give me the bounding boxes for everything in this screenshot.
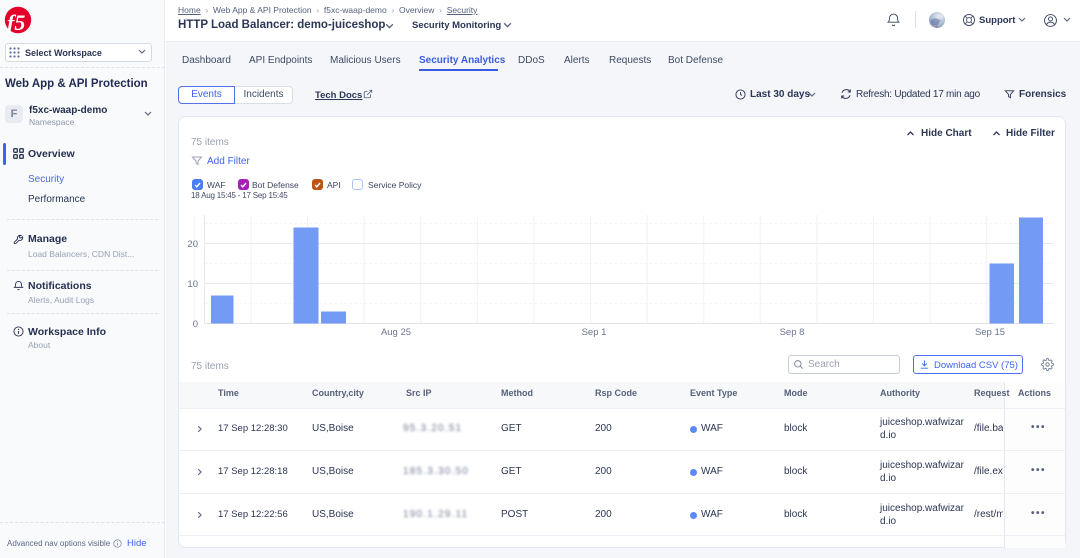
svg-text:Sep 15: Sep 15 <box>975 327 1005 338</box>
svg-text:Sep 8: Sep 8 <box>780 327 805 338</box>
svg-text:f5: f5 <box>7 10 25 34</box>
svg-text:Aug 25: Aug 25 <box>381 327 411 338</box>
svg-text:Sep 1: Sep 1 <box>582 327 607 338</box>
svg-text:20: 20 <box>187 239 198 250</box>
svg-text:10: 10 <box>187 279 198 290</box>
svg-text:0: 0 <box>193 319 198 330</box>
